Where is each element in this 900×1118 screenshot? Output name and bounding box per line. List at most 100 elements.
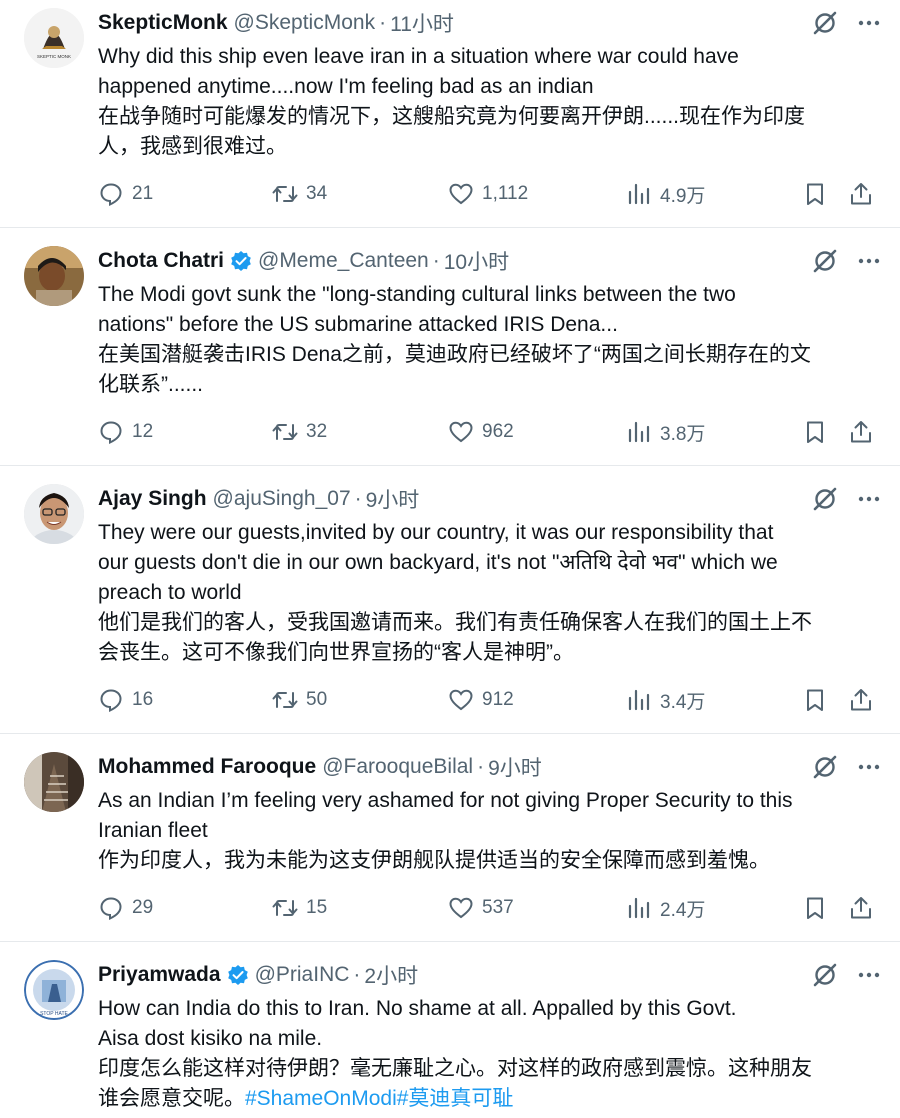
grok-icon[interactable] xyxy=(812,10,838,36)
share-icon xyxy=(851,183,871,205)
author-handle[interactable]: @FarooqueBilal xyxy=(322,755,473,779)
retweet-count: 32 xyxy=(306,421,328,442)
retweet-button[interactable]: 15 xyxy=(272,893,327,923)
views-button[interactable]: 2.4万 xyxy=(626,893,705,923)
retweet-button[interactable]: 34 xyxy=(272,179,327,209)
bookmark-button[interactable] xyxy=(802,417,828,447)
avatar-logo-text: STOP HATE xyxy=(40,1011,68,1017)
author-name[interactable]: Mohammed Farooque xyxy=(98,755,316,779)
share-icon xyxy=(851,689,871,711)
views-button[interactable]: 3.8万 xyxy=(626,417,705,447)
tweet-line: 在战争随时可能爆发的情况下，这艘船究竟为何要离开伊朗......现在作为印度 xyxy=(98,105,806,128)
hashtag-link[interactable]: #ShameOnModi#莫迪真可耻 xyxy=(245,1087,513,1110)
share-button[interactable] xyxy=(848,417,874,447)
author-handle[interactable]: @Meme_Canteen xyxy=(258,249,429,273)
more-icon[interactable] xyxy=(856,962,882,988)
grok-icon[interactable] xyxy=(812,754,838,780)
tweet-header: Ajay Singh @ajuSingh_07 · 9小时 xyxy=(98,484,882,514)
share-button[interactable] xyxy=(848,179,874,209)
timestamp[interactable]: 9小时 xyxy=(488,752,542,782)
author-name[interactable]: Chota Chatri xyxy=(98,249,224,273)
author-name[interactable]: Ajay Singh xyxy=(98,487,207,511)
avatar[interactable] xyxy=(24,752,84,812)
retweet-button[interactable]: 32 xyxy=(272,417,327,447)
share-button[interactable] xyxy=(848,685,874,715)
tweet-actions: 16 50 912 3.4万 xyxy=(98,685,882,715)
author-handle[interactable]: @SkepticMonk xyxy=(234,11,376,35)
like-icon xyxy=(449,897,473,919)
tweet-header: Chota Chatri @Meme_Canteen · 10小时 xyxy=(98,246,882,276)
author-handle[interactable]: @PriaINC xyxy=(255,963,350,987)
avatar[interactable]: STOP HATE xyxy=(24,960,84,1020)
like-icon xyxy=(449,183,473,205)
tweet-line: 谁会愿意交呢。#ShameOnModi#莫迪真可耻 xyxy=(98,1084,882,1114)
author-handle[interactable]: @ajuSingh_07 xyxy=(213,487,351,511)
avatar[interactable]: SKEPTIC MONK xyxy=(24,8,84,68)
more-icon[interactable] xyxy=(856,754,882,780)
tweet-actions: 29 15 537 2.4万 xyxy=(98,893,882,923)
avatar[interactable] xyxy=(24,246,84,306)
like-button[interactable]: 962 xyxy=(448,417,514,447)
timestamp[interactable]: 9小时 xyxy=(366,484,420,514)
reply-icon xyxy=(100,183,122,207)
author-name[interactable]: Priyamwada xyxy=(98,963,221,987)
tweet-line: How can India do this to Iran. No shame … xyxy=(98,997,737,1020)
reply-icon xyxy=(100,689,122,713)
like-count: 962 xyxy=(482,421,514,442)
tweet-line: our guests don't die in our own backyard… xyxy=(98,551,778,574)
reply-count: 12 xyxy=(132,421,154,442)
retweet-count: 34 xyxy=(306,183,328,204)
bookmark-button[interactable] xyxy=(802,685,828,715)
tweet-text: As an Indian I’m feeling very ashamed fo… xyxy=(98,786,882,876)
grok-icon[interactable] xyxy=(812,248,838,274)
more-icon[interactable] xyxy=(856,486,882,512)
tweet-text: They were our guests,invited by our coun… xyxy=(98,518,882,668)
like-button[interactable]: 537 xyxy=(448,893,514,923)
grok-icon[interactable] xyxy=(812,962,838,988)
more-icon[interactable] xyxy=(856,10,882,36)
like-icon xyxy=(449,421,473,443)
reply-button[interactable]: 29 xyxy=(98,893,153,923)
tweet-line: Iranian fleet xyxy=(98,819,208,842)
tweet[interactable]: STOP HATE Priyamwada @PriaINC · 2小时 How … xyxy=(0,942,900,1118)
more-icon[interactable] xyxy=(856,248,882,274)
tweet[interactable]: Ajay Singh @ajuSingh_07 · 9小时 They were … xyxy=(0,466,900,734)
views-button[interactable]: 4.9万 xyxy=(626,179,705,209)
like-count: 912 xyxy=(482,689,514,710)
tweet-feed: SKEPTIC MONK SkepticMonk @SkepticMonk · … xyxy=(0,0,900,1118)
views-icon xyxy=(628,689,650,711)
reply-button[interactable]: 21 xyxy=(98,179,153,209)
like-count: 537 xyxy=(482,897,514,918)
reply-icon xyxy=(100,421,122,445)
timestamp[interactable]: 2小时 xyxy=(364,960,418,990)
tweet-line: 人，我感到很难过。 xyxy=(98,135,287,158)
like-count: 1,112 xyxy=(482,183,529,204)
author-name[interactable]: SkepticMonk xyxy=(98,11,228,35)
retweet-count: 50 xyxy=(306,689,328,710)
bookmark-button[interactable] xyxy=(802,179,828,209)
retweet-icon xyxy=(272,692,298,708)
like-button[interactable]: 1,112 xyxy=(448,179,528,209)
retweet-icon xyxy=(272,424,298,440)
timestamp[interactable]: 11小时 xyxy=(390,8,454,38)
share-button[interactable] xyxy=(848,893,874,923)
timestamp[interactable]: 10小时 xyxy=(444,246,509,276)
reply-button[interactable]: 16 xyxy=(98,685,153,715)
tweet-header: Priyamwada @PriaINC · 2小时 xyxy=(98,960,882,990)
tweet[interactable]: Chota Chatri @Meme_Canteen · 10小时 The Mo… xyxy=(0,228,900,466)
bookmark-button[interactable] xyxy=(802,893,828,923)
reply-button[interactable]: 12 xyxy=(98,417,153,447)
bookmark-icon xyxy=(807,421,823,443)
tweet-line: Why did this ship even leave iran in a s… xyxy=(98,45,739,68)
tweet[interactable]: SKEPTIC MONK SkepticMonk @SkepticMonk · … xyxy=(0,0,900,228)
avatar-logo-text: SKEPTIC MONK xyxy=(37,54,71,59)
avatar[interactable] xyxy=(24,484,84,544)
like-button[interactable]: 912 xyxy=(448,685,514,715)
reply-count: 16 xyxy=(132,689,154,710)
retweet-button[interactable]: 50 xyxy=(272,685,327,715)
tweet[interactable]: Mohammed Farooque @FarooqueBilal · 9小时 A… xyxy=(0,734,900,942)
tweet-actions: 21 34 1,112 4.9万 xyxy=(98,179,882,209)
grok-icon[interactable] xyxy=(812,486,838,512)
tweet-line: 印度怎么能这样对待伊朗？毫无廉耻之心。对这样的政府感到震惊。这种朋友 xyxy=(98,1057,812,1080)
views-button[interactable]: 3.4万 xyxy=(626,685,705,715)
